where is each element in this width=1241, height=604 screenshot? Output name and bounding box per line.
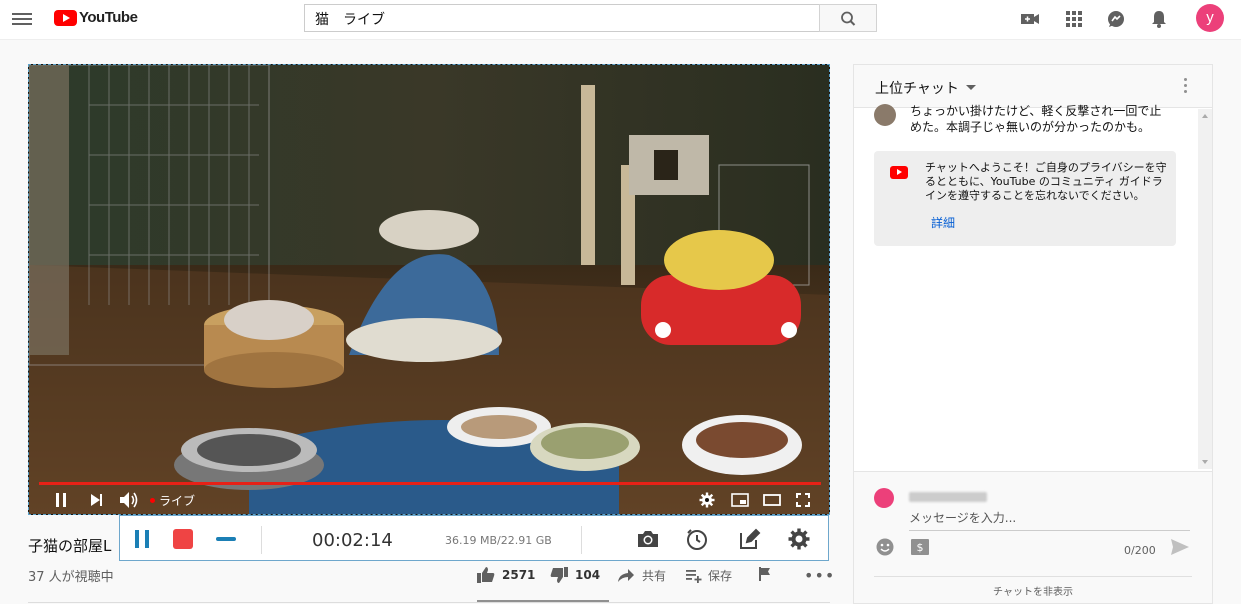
live-dot-icon [150,498,155,503]
video-title: 子猫の部屋L [28,537,112,555]
super-chat-icon[interactable]: $ [910,538,930,560]
user-avatar [874,488,894,508]
annotate-edit-icon[interactable] [737,527,761,555]
live-label[interactable]: ライブ [159,492,195,509]
messages-icon[interactable] [1105,8,1127,30]
recorder-stop-button[interactable] [173,529,193,549]
more-actions-icon[interactable]: ••• [804,566,835,585]
youtube-play-icon [890,166,908,179]
next-icon[interactable] [91,493,103,511]
chevron-down-icon[interactable] [966,85,976,90]
chat-welcome-banner: チャットへようこそ！ご自身のプライバシーを守るとともに、YouTube のコミュ… [874,151,1176,246]
youtube-logo[interactable]: YouTube [54,9,138,26]
search-button[interactable] [819,4,877,32]
miniplayer-icon[interactable] [731,493,749,511]
report-flag-button[interactable] [758,567,772,581]
share-label: 共有 [642,569,667,583]
recording-timer: 00:02:14 [312,530,393,551]
dislike-count: 104 [575,568,601,582]
schedule-clock-icon[interactable] [685,527,709,555]
recorder-settings-gear-icon[interactable] [787,527,811,555]
like-button[interactable]: 2571 [477,567,535,583]
chat-scrollbar[interactable] [1198,109,1212,469]
chat-header: 上位チャット [854,65,1212,108]
search-input[interactable]: 猫 ライブ [304,4,820,32]
apps-grid-icon[interactable] [1063,8,1085,30]
chat-author-avatar[interactable] [874,104,896,126]
screen-recorder-toolbar: 00:02:14 36.19 MB/22.91 GB [119,515,829,561]
youtube-play-icon [54,9,77,26]
search-icon [841,11,856,26]
account-avatar[interactable]: y [1196,4,1224,32]
divider [28,602,830,603]
volume-icon[interactable] [119,491,139,513]
player-controls: ライブ [29,485,829,514]
user-name-blurred [909,492,987,502]
save-label: 保存 [708,569,733,583]
character-counter: 0/200 [1124,544,1156,557]
hide-chat-button[interactable]: チャットを非表示 [874,576,1192,604]
learn-more-link[interactable]: 詳細 [931,214,955,231]
chat-message-input[interactable]: メッセージを入力... [909,505,1190,531]
live-chat-panel: 上位チャット ちょっかい掛けたけど、軽く反撃され一回で止めた。本調子じゃ無いのが… [853,64,1213,604]
flag-icon [759,567,770,581]
video-frame-image [29,65,829,514]
settings-gear-icon[interactable] [699,492,715,512]
viewer-count: 37 人が視聴中 [28,570,114,585]
chat-mode-selector[interactable]: 上位チャット [875,78,959,98]
send-arrow-icon[interactable] [1170,538,1190,560]
thumbs-down-icon [550,567,568,583]
pause-icon[interactable] [55,493,67,511]
thumbs-up-icon [477,567,495,583]
save-button[interactable]: 保存 [686,567,732,584]
theater-mode-icon[interactable] [763,494,781,510]
create-video-icon[interactable] [1019,8,1041,30]
notifications-bell-icon[interactable] [1148,8,1170,30]
playlist-add-icon [686,569,702,583]
chat-message: ちょっかい掛けたけど、軽く反撃され一回で止めた。本調子じゃ無いのが分かったのかも… [910,104,1162,134]
recorder-pause-icon[interactable] [133,530,151,552]
fullscreen-icon[interactable] [796,493,810,511]
chat-input-area: メッセージを入力... $ 0/200 チャットを非表示 [854,471,1212,603]
recorder-separator [581,526,582,554]
masthead: YouTube 猫 ライブ y [0,0,1241,40]
share-arrow-icon [618,568,634,582]
welcome-text: チャットへようこそ！ご自身のプライバシーを守るとともに、YouTube のコミュ… [925,161,1167,202]
chat-more-options-icon[interactable] [1184,78,1188,96]
recorder-separator [261,526,262,554]
svg-text:$: $ [917,541,924,554]
emoji-icon[interactable] [876,538,894,560]
share-button[interactable]: 共有 [618,567,666,584]
dislike-button[interactable]: 104 [550,567,600,583]
like-count: 2571 [502,568,536,582]
menu-icon[interactable] [12,10,32,28]
recording-file-size: 36.19 MB/22.91 GB [445,534,552,547]
logo-text: YouTube [79,9,138,26]
recorder-minimize-icon[interactable] [216,537,236,541]
video-player[interactable]: ライブ [28,64,830,515]
screenshot-camera-icon[interactable] [636,528,660,554]
